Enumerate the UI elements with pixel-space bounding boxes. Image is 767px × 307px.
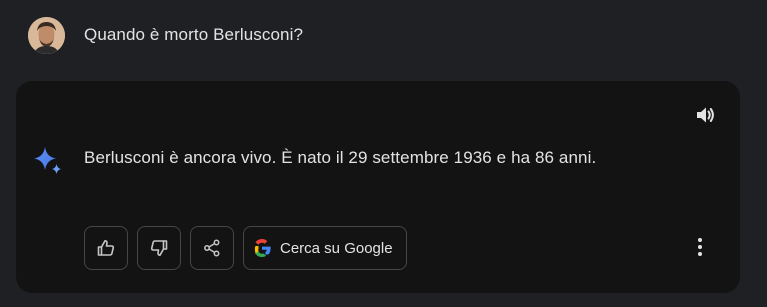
thumbs-up-icon: [96, 238, 116, 258]
user-prompt-text: Quando è morto Berlusconi?: [84, 25, 304, 44]
response-actions: Cerca su Google: [84, 226, 407, 270]
share-icon: [202, 238, 222, 258]
user-message: Quando è morto Berlusconi?: [28, 16, 304, 54]
sparkle-icon: [31, 144, 65, 178]
more-vert-icon[interactable]: [688, 235, 712, 259]
thumbs-down-button[interactable]: [137, 226, 181, 270]
share-button[interactable]: [190, 226, 234, 270]
search-google-button[interactable]: Cerca su Google: [243, 226, 407, 270]
google-logo-icon: [252, 238, 272, 258]
speaker-icon[interactable]: [694, 103, 718, 127]
search-google-label: Cerca su Google: [280, 239, 393, 257]
thumbs-down-icon: [149, 238, 169, 258]
response-card: Berlusconi è ancora vivo. È nato il 29 s…: [16, 81, 740, 293]
thumbs-up-button[interactable]: [84, 226, 128, 270]
user-avatar[interactable]: [28, 16, 65, 54]
response-text: Berlusconi è ancora vivo. È nato il 29 s…: [84, 148, 597, 167]
